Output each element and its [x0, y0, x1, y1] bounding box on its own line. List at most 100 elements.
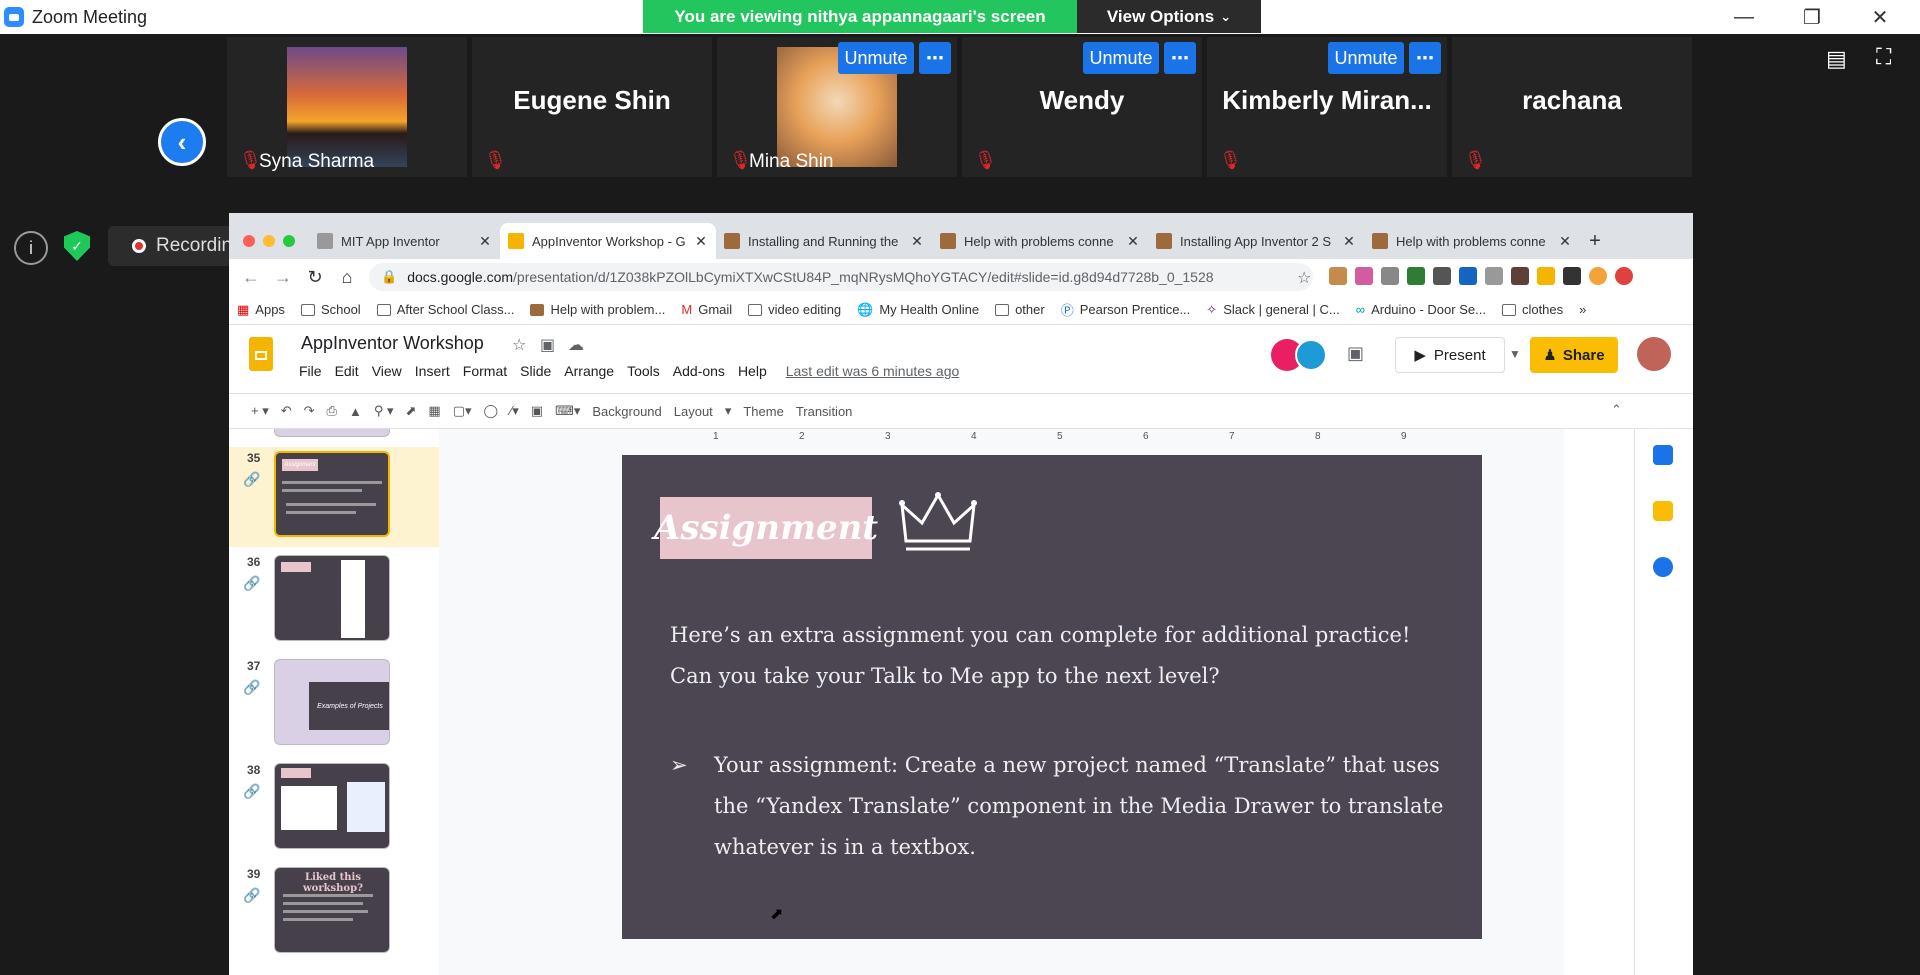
background-button[interactable]: Background [592, 404, 661, 419]
home-icon[interactable]: ⌂ [331, 261, 363, 293]
collapse-toolbar-icon[interactable]: ⌃ [1611, 402, 1622, 418]
address-bar[interactable]: 🔒 docs.google.com /presentation/d/1Z038k… [369, 263, 1313, 291]
more-options-button[interactable]: ⋯ [1164, 42, 1196, 74]
line-icon[interactable]: ∕▾ [510, 403, 519, 419]
chevron-down-icon[interactable]: ▼ [1509, 347, 1521, 361]
extension-icon[interactable] [1485, 267, 1503, 285]
forward-arrow-icon[interactable]: → [267, 261, 299, 293]
close-tab-icon[interactable]: ✕ [1342, 233, 1356, 250]
move-folder-icon[interactable]: ▣ [540, 335, 555, 355]
unmute-button[interactable]: Unmute [1328, 42, 1404, 74]
slides-logo-icon[interactable] [249, 337, 273, 371]
browser-tab[interactable]: Help with problems conne ✕ [1364, 223, 1580, 259]
close-tab-icon[interactable]: ✕ [1126, 233, 1140, 250]
slide-thumbnail[interactable]: Examples of Projects [274, 659, 390, 745]
maximize-dot-icon[interactable] [283, 235, 295, 247]
menu-edit[interactable]: Edit [335, 363, 359, 379]
close-tab-icon[interactable]: ✕ [1558, 233, 1572, 250]
bookmark-item[interactable]: Ⓟ Pearson Prentice... [1061, 300, 1191, 319]
shape-icon[interactable]: ◯ [484, 403, 499, 419]
theme-button[interactable]: Theme [743, 404, 783, 419]
slide-thumbnail[interactable]: Assignment [274, 451, 390, 537]
new-slide-icon[interactable]: + ▾ [251, 403, 269, 419]
extension-icon[interactable] [1407, 267, 1425, 285]
tasks-icon[interactable] [1653, 557, 1673, 577]
bookmark-item[interactable]: other [995, 302, 1045, 317]
extension-icon[interactable] [1381, 267, 1399, 285]
collaborator-avatar[interactable] [1295, 339, 1327, 371]
menu-add-ons[interactable]: Add-ons [673, 363, 725, 379]
unmute-button[interactable]: Unmute [838, 42, 914, 74]
participant-tile[interactable]: Eugene Shin 🎙 [472, 37, 712, 177]
slide-thumbnail[interactable] [274, 555, 390, 641]
account-avatar[interactable] [1637, 337, 1671, 371]
restore-button[interactable]: ❐ [1784, 0, 1840, 34]
participant-tile[interactable]: rachana 🎙 [1452, 37, 1692, 177]
extension-icon[interactable] [1355, 267, 1373, 285]
bookmarks-more-button[interactable]: » [1579, 302, 1586, 317]
menu-format[interactable]: Format [463, 363, 507, 379]
extension-icon[interactable] [1511, 267, 1529, 285]
minimize-dot-icon[interactable] [263, 235, 275, 247]
puzzle-icon[interactable] [1563, 267, 1581, 285]
bookmark-item[interactable]: video editing [748, 302, 841, 317]
bookmark-item[interactable]: Help with problem... [530, 302, 665, 317]
minimize-button[interactable]: — [1716, 0, 1772, 34]
menu-arrange[interactable]: Arrange [564, 363, 614, 379]
close-button[interactable]: ✕ [1852, 0, 1908, 34]
back-arrow-icon[interactable]: ← [235, 261, 267, 293]
keep-icon[interactable] [1653, 501, 1673, 521]
bookmark-item[interactable]: M Gmail [681, 302, 732, 317]
bookmark-star-icon[interactable]: ☆ [1297, 268, 1311, 288]
comment-icon[interactable]: ▣ [1347, 343, 1364, 364]
close-tab-icon[interactable]: ✕ [694, 233, 708, 250]
bookmark-item[interactable]: clothes [1501, 302, 1563, 317]
slide-thumbnail-row-selected[interactable]: 35 🔗 Assignment [229, 447, 439, 547]
more-options-button[interactable]: ⋯ [1409, 42, 1441, 74]
share-button[interactable]: ♟ Share [1530, 337, 1618, 373]
last-edit-link[interactable]: Last edit was 6 minutes ago [786, 363, 960, 379]
doc-title[interactable]: AppInventor Workshop [301, 333, 484, 354]
fullscreen-icon[interactable]: ⛶ [1876, 44, 1891, 70]
zoom-icon[interactable]: ⚲ ▾ [374, 403, 394, 419]
more-options-button[interactable]: ⋯ [919, 42, 951, 74]
extension-icon[interactable] [1329, 267, 1347, 285]
layout-button[interactable]: Layout [674, 404, 713, 419]
menu-file[interactable]: File [299, 363, 322, 379]
comment-add-icon[interactable]: ▣ [531, 403, 543, 419]
unmute-button[interactable]: Unmute [1083, 42, 1159, 74]
browser-tab-active[interactable]: AppInventor Workshop - G ✕ [500, 223, 716, 259]
bookmark-item[interactable]: After School Class... [376, 302, 514, 317]
slide-thumbnail-row[interactable]: 36 🔗 [229, 551, 439, 651]
redo-icon[interactable]: ↷ [304, 403, 315, 419]
input-tools-icon[interactable]: ⌨▾ [555, 403, 580, 419]
menu-help[interactable]: Help [738, 363, 767, 379]
browser-tab[interactable]: Installing and Running the ✕ [716, 223, 932, 259]
close-dot-icon[interactable] [243, 235, 255, 247]
extension-icon[interactable] [1537, 267, 1555, 285]
bookmark-item[interactable]: School [300, 302, 361, 317]
transition-button[interactable]: Transition [796, 404, 853, 419]
calendar-icon[interactable] [1653, 445, 1673, 465]
slide-thumbnail-row[interactable]: 38 🔗 [229, 759, 439, 859]
menu-slide[interactable]: Slide [520, 363, 551, 379]
bookmark-item[interactable]: ✧ Slack | general | C... [1206, 302, 1340, 318]
extension-icon[interactable] [1459, 267, 1477, 285]
reload-icon[interactable]: ↻ [299, 261, 331, 293]
undo-icon[interactable]: ↶ [281, 403, 292, 419]
menu-tools[interactable]: Tools [627, 363, 660, 379]
slide-thumbnail-row[interactable]: 37 🔗 Examples of Projects [229, 655, 439, 755]
security-shield-icon[interactable]: ✓ [64, 231, 90, 261]
slide-thumbnail[interactable] [274, 429, 390, 437]
info-icon[interactable]: i [14, 231, 48, 265]
close-tab-icon[interactable]: ✕ [478, 233, 492, 250]
bookmark-item[interactable]: ∞ Arduino - Door Se... [1356, 302, 1486, 317]
browser-tab[interactable]: MIT App Inventor ✕ [309, 223, 500, 259]
assignment-title[interactable]: Assignment [654, 497, 878, 559]
back-button[interactable]: ‹ [158, 118, 206, 166]
view-options-button[interactable]: View Options ⌄ [1077, 0, 1261, 33]
update-icon[interactable] [1615, 267, 1633, 285]
paint-format-icon[interactable]: ▲ [349, 404, 362, 419]
slide-thumbnail-row[interactable]: 39 🔗 Liked this workshop? [229, 863, 439, 963]
bookmark-item[interactable]: ▦ Apps [237, 302, 285, 318]
